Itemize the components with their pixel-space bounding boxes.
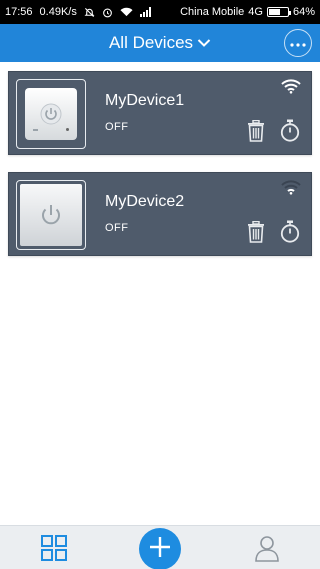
device-name: MyDevice1	[105, 92, 185, 109]
timer-icon[interactable]	[280, 119, 300, 147]
device-image[interactable]	[16, 79, 86, 149]
device-card[interactable]: MyDevice2 OFF	[8, 172, 312, 256]
status-time: 17:56	[5, 6, 33, 18]
user-icon[interactable]	[254, 534, 280, 567]
device-name: MyDevice2	[105, 193, 185, 210]
wifi-icon	[120, 7, 133, 17]
status-network: 4G	[248, 6, 263, 18]
delete-icon[interactable]	[247, 119, 265, 147]
status-battery-percent: 64%	[292, 6, 315, 18]
wifi-signal-icon	[280, 179, 302, 200]
timer-icon[interactable]	[280, 220, 300, 248]
battery-icon	[266, 7, 291, 17]
more-button[interactable]	[284, 29, 312, 57]
delete-icon[interactable]	[247, 220, 265, 248]
grid-icon[interactable]	[41, 535, 67, 566]
add-device-button[interactable]	[139, 528, 181, 569]
chevron-down-icon	[197, 33, 211, 53]
device-card[interactable]: MyDevice1 OFF	[8, 71, 312, 155]
device-status: OFF	[105, 121, 129, 133]
device-filter-dropdown[interactable]: All Devices	[109, 33, 211, 53]
more-dots-icon	[290, 34, 306, 52]
status-speed: 0.49K/s	[39, 6, 77, 18]
power-button-icon	[20, 184, 82, 246]
signal-icon	[139, 7, 152, 17]
device-status: OFF	[105, 222, 129, 234]
app-header: All Devices	[0, 24, 320, 62]
add-icon	[148, 535, 172, 564]
status-bar: 17:56 0.49K/s China Mobile 4G 64%	[0, 0, 320, 24]
smart-plug-icon	[25, 88, 77, 140]
page-title: All Devices	[108, 33, 194, 52]
bottom-nav	[0, 525, 320, 569]
alarm-icon	[102, 7, 113, 18]
device-image[interactable]	[16, 180, 86, 250]
status-carrier: China Mobile	[180, 6, 245, 18]
wifi-signal-icon	[280, 78, 302, 99]
notification-muted-icon	[84, 7, 95, 18]
